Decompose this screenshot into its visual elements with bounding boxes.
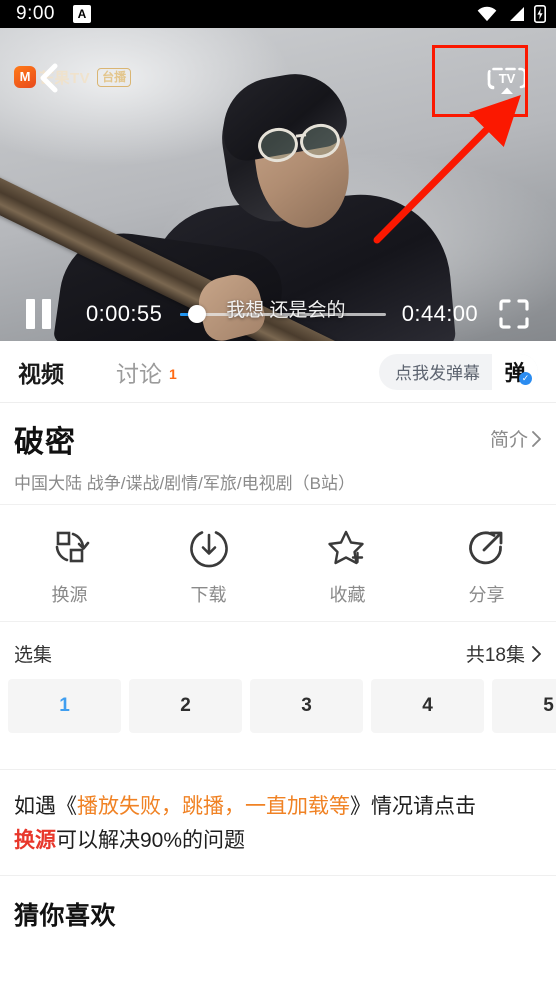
recommend-title: 猜你喜欢	[14, 902, 117, 931]
notice-part-2: 》情况请点击	[350, 795, 476, 818]
svg-text:TV: TV	[499, 71, 516, 86]
back-arrow-icon[interactable]	[36, 62, 62, 94]
player-controls: 0:00:55 我想 还是会的 0:44:00	[0, 287, 556, 341]
episode-item[interactable]: 1	[8, 679, 121, 733]
player-header: M 芒果TV 台播 TV	[0, 28, 556, 94]
chevron-right-icon	[532, 430, 541, 447]
status-bar-indicators	[476, 5, 546, 23]
tab-video[interactable]: 视频	[18, 355, 64, 389]
share-button[interactable]: 分享	[417, 525, 556, 607]
fullscreen-icon[interactable]	[498, 298, 530, 330]
notice-text: 如遇《播放失败，跳播，一直加载等》情况请点击 换源可以解决90%的问题	[0, 770, 556, 875]
download-button[interactable]: 下载	[139, 525, 278, 607]
favorite-button[interactable]: 收藏	[278, 525, 417, 607]
download-icon	[189, 531, 228, 568]
video-info-section: 破密 简介 中国大陆 战争/谍战/剧情/军旅/电视剧（B站）	[0, 403, 556, 505]
notice-part-1: 如遇《	[14, 795, 77, 818]
episode-section-label: 选集	[14, 645, 53, 666]
recommend-section: 猜你喜欢	[0, 876, 556, 932]
video-subtitle: 我想 还是会的	[226, 300, 346, 321]
duration-label: 0:44:00	[401, 301, 478, 326]
intro-label: 简介	[489, 430, 528, 451]
brand-logo: M 芒果TV 台播	[14, 66, 132, 88]
page-title: 破密	[14, 426, 76, 459]
danmu-toggle-button[interactable]: 弹 ✓	[492, 353, 538, 390]
episode-item[interactable]: 2	[129, 679, 242, 733]
notice-highlight: 播放失败，跳播，一直加载等	[77, 795, 350, 818]
battery-charging-icon	[534, 5, 546, 23]
progress-thumb[interactable]	[188, 305, 207, 323]
mango-logo-icon: M	[14, 66, 36, 88]
episode-label: 3	[301, 695, 312, 716]
intro-button[interactable]: 简介	[490, 425, 542, 452]
signal-icon	[510, 7, 524, 21]
episode-total-label: 共18集	[465, 645, 525, 666]
app-notification-icon: A	[72, 5, 91, 23]
pause-icon[interactable]	[26, 299, 52, 329]
favorite-label: 收藏	[329, 585, 366, 605]
tv-cast-button[interactable]: TV	[483, 61, 531, 101]
danmu-placeholder: 点我发弹幕	[395, 364, 480, 383]
tab-discussion[interactable]: 讨论 1	[116, 355, 177, 389]
star-plus-icon	[327, 530, 364, 565]
switch-source-icon	[55, 531, 89, 563]
content-tabs: 视频 讨论 1 点我发弹幕 弹 ✓	[0, 341, 556, 403]
episode-item[interactable]: 4	[371, 679, 484, 733]
brand-badge-label: 台播	[97, 67, 132, 87]
check-badge-icon: ✓	[519, 371, 532, 385]
action-bar: 换源 下载 收藏 分享	[0, 505, 556, 622]
episode-label: 1	[59, 695, 70, 716]
tab-discussion-label: 讨论	[116, 360, 162, 387]
video-player[interactable]: M 芒果TV 台播 TV 0:00:55 我想 还是会的 0:44:00	[0, 28, 556, 341]
notice-switch-source-link[interactable]: 换源	[14, 829, 56, 852]
switch-source-button[interactable]: 换源	[0, 525, 139, 607]
share-icon	[468, 531, 502, 565]
status-bar: 9:00 A	[0, 0, 556, 28]
tab-video-label: 视频	[18, 360, 64, 387]
switch-source-label: 换源	[51, 585, 88, 605]
episode-item[interactable]: 5	[492, 679, 556, 733]
tab-discussion-badge: 1	[169, 365, 177, 382]
episode-total-button[interactable]: 共18集	[466, 640, 542, 667]
chevron-right-icon	[532, 645, 541, 662]
episode-label: 5	[543, 695, 554, 716]
episode-label: 4	[422, 695, 433, 716]
episode-item[interactable]: 3	[250, 679, 363, 733]
video-meta-label: 中国大陆 战争/谍战/剧情/军旅/电视剧（B站）	[14, 474, 355, 493]
wifi-icon	[477, 6, 497, 22]
notice-part-3: 可以解决90%的问题	[56, 828, 246, 852]
episode-header: 选集 共18集	[0, 622, 556, 679]
episode-section: 选集 共18集 1 2 3 4 5	[0, 622, 556, 770]
episode-list[interactable]: 1 2 3 4 5	[0, 679, 556, 733]
download-label: 下载	[190, 585, 227, 605]
tv-cast-icon: TV	[487, 67, 527, 94]
current-time-label: 0:00:55	[86, 301, 163, 326]
app-screen: 9:00 A M 芒果TV 台播 TV 0:00:55 我想 还是会的 0:44…	[0, 0, 556, 982]
episode-label: 2	[180, 695, 191, 716]
status-bar-clock: 9:00	[16, 3, 55, 24]
share-label: 分享	[468, 585, 505, 605]
progress-bar[interactable]: 我想 还是会的	[180, 299, 386, 329]
danmu-input-button[interactable]: 点我发弹幕 弹 ✓	[379, 353, 538, 390]
title-row: 破密 简介	[14, 417, 542, 461]
